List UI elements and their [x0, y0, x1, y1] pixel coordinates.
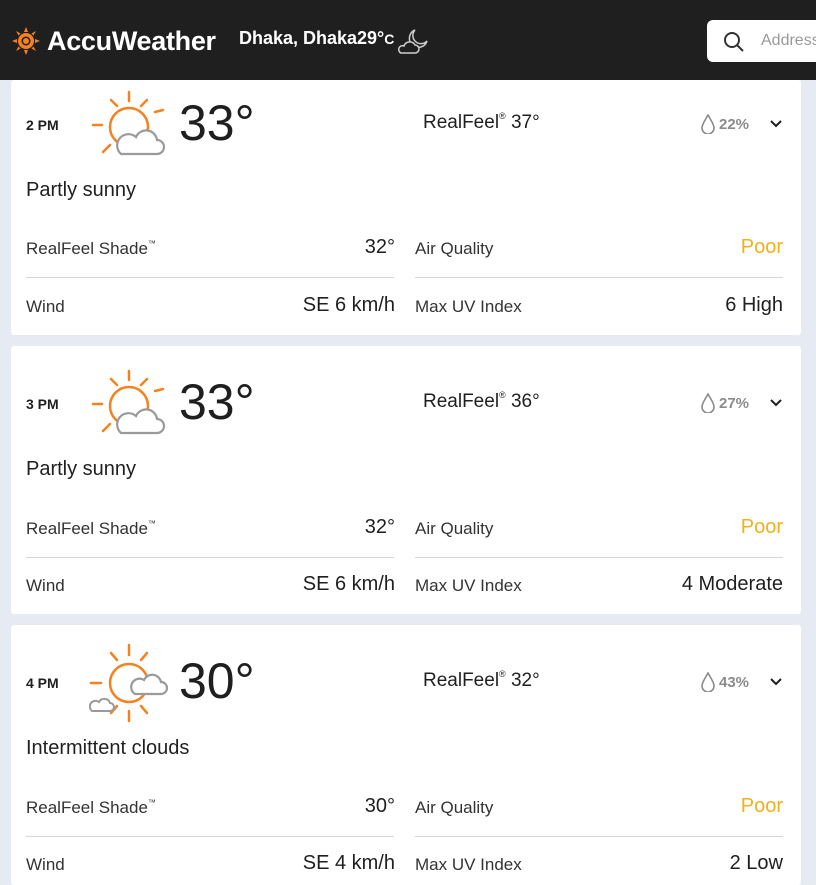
search-box[interactable]: Address	[707, 20, 816, 62]
chevron-down-icon[interactable]	[768, 676, 784, 688]
partly-sunny-icon	[91, 369, 166, 435]
max-uv-value: 4 Moderate	[681, 573, 783, 595]
max-uv-label: Max UV Index	[415, 297, 522, 316]
realfeel-shade-text: RealFeel Shade	[26, 798, 148, 817]
hourly-card[interactable]: 2 PM 33° RealFeel® 37° 22% Partly sunny …	[11, 80, 801, 335]
wind-label: Wind	[26, 576, 65, 595]
trademark-symbol: ®	[499, 669, 506, 679]
temperature: 33°	[179, 95, 255, 151]
hour-time: 3 PM	[26, 396, 59, 412]
moon-cloud-icon	[397, 29, 428, 54]
realfeel-shade-value: 32°	[364, 516, 395, 538]
realfeel-shade-text: RealFeel Shade	[26, 239, 148, 258]
air-quality-value: Poor	[740, 795, 783, 817]
realfeel-value: 37°	[510, 112, 540, 133]
sun-logo-icon	[12, 27, 40, 55]
wind-label: Wind	[26, 855, 65, 874]
air-quality-label: Air Quality	[415, 239, 494, 258]
search-input[interactable]: Address	[761, 32, 816, 50]
precipitation: 27%	[701, 393, 749, 413]
raindrop-icon	[701, 114, 715, 134]
temperature: 33°	[179, 374, 255, 430]
current-temp-unit: C	[384, 31, 395, 47]
tm-symbol: ™	[147, 798, 156, 807]
raindrop-icon	[701, 393, 715, 413]
hourly-card[interactable]: 4 PM 30° RealFeel® 32° 43% Intermittent …	[11, 625, 801, 885]
air-quality-value: Poor	[740, 236, 783, 258]
current-location[interactable]: Dhaka, Dhaka	[239, 28, 357, 49]
divider	[415, 277, 783, 278]
weather-phrase: Intermittent clouds	[26, 737, 190, 759]
divider	[26, 836, 394, 837]
wind-value: SE 6 km/h	[302, 294, 395, 316]
divider	[415, 557, 783, 558]
tm-symbol: ™	[147, 239, 156, 248]
realfeel: RealFeel® 37°	[423, 111, 540, 134]
chevron-down-icon[interactable]	[768, 397, 784, 409]
current-temp-value: 29°	[357, 28, 385, 48]
accuweather-logo[interactable]: AccuWeather	[11, 24, 216, 58]
brand-name: AccuWeather	[47, 25, 216, 56]
wind-value: SE 4 km/h	[302, 852, 395, 874]
wind-value: SE 6 km/h	[302, 573, 395, 595]
tm-symbol: ™	[147, 519, 156, 528]
realfeel-value: 32°	[510, 670, 540, 691]
trademark-symbol: ®	[499, 111, 506, 121]
precip-value: 43%	[719, 673, 750, 691]
realfeel-value: 36°	[510, 391, 540, 412]
realfeel-shade-value: 32°	[364, 236, 395, 258]
hour-time: 4 PM	[26, 675, 59, 691]
realfeel-shade-text: RealFeel Shade	[26, 519, 148, 538]
realfeel: RealFeel® 32°	[423, 669, 540, 692]
trademark-symbol: ®	[499, 390, 506, 400]
precip-value: 27%	[719, 394, 750, 412]
divider	[26, 277, 394, 278]
max-uv-value: 6 High	[725, 294, 783, 316]
wind-label: Wind	[26, 297, 65, 316]
realfeel-label: RealFeel	[423, 112, 500, 133]
precipitation: 43%	[701, 672, 749, 692]
air-quality-label: Air Quality	[415, 798, 494, 817]
current-temperature[interactable]: 29°C	[357, 28, 394, 49]
chevron-down-icon[interactable]	[768, 118, 784, 130]
weather-phrase: Partly sunny	[26, 458, 137, 480]
temperature: 30°	[179, 653, 255, 709]
divider	[415, 836, 783, 837]
precipitation: 22%	[701, 114, 749, 134]
weather-phrase: Partly sunny	[26, 179, 137, 201]
realfeel-shade-label: RealFeel Shade™	[26, 239, 156, 259]
realfeel-label: RealFeel	[423, 670, 500, 691]
raindrop-icon	[701, 672, 715, 692]
search-icon	[724, 32, 744, 52]
air-quality-value: Poor	[740, 516, 783, 538]
partly-sunny-icon	[91, 90, 166, 156]
precip-value: 22%	[719, 115, 750, 133]
air-quality-label: Air Quality	[415, 519, 494, 538]
hour-time: 2 PM	[26, 117, 59, 133]
realfeel-shade-label: RealFeel Shade™	[26, 519, 156, 539]
max-uv-label: Max UV Index	[415, 576, 522, 595]
realfeel-label: RealFeel	[423, 391, 500, 412]
realfeel-shade-label: RealFeel Shade™	[26, 798, 156, 818]
realfeel-shade-value: 30°	[364, 795, 395, 817]
hourly-card[interactable]: 3 PM 33° RealFeel® 36° 27% Partly sunny …	[11, 346, 801, 614]
divider	[26, 557, 394, 558]
intermittent-clouds-icon	[89, 643, 169, 723]
realfeel: RealFeel® 36°	[423, 390, 540, 413]
site-header: AccuWeather Dhaka, Dhaka 29°C Address	[0, 0, 816, 80]
max-uv-label: Max UV Index	[415, 855, 522, 874]
max-uv-value: 2 Low	[729, 852, 783, 874]
